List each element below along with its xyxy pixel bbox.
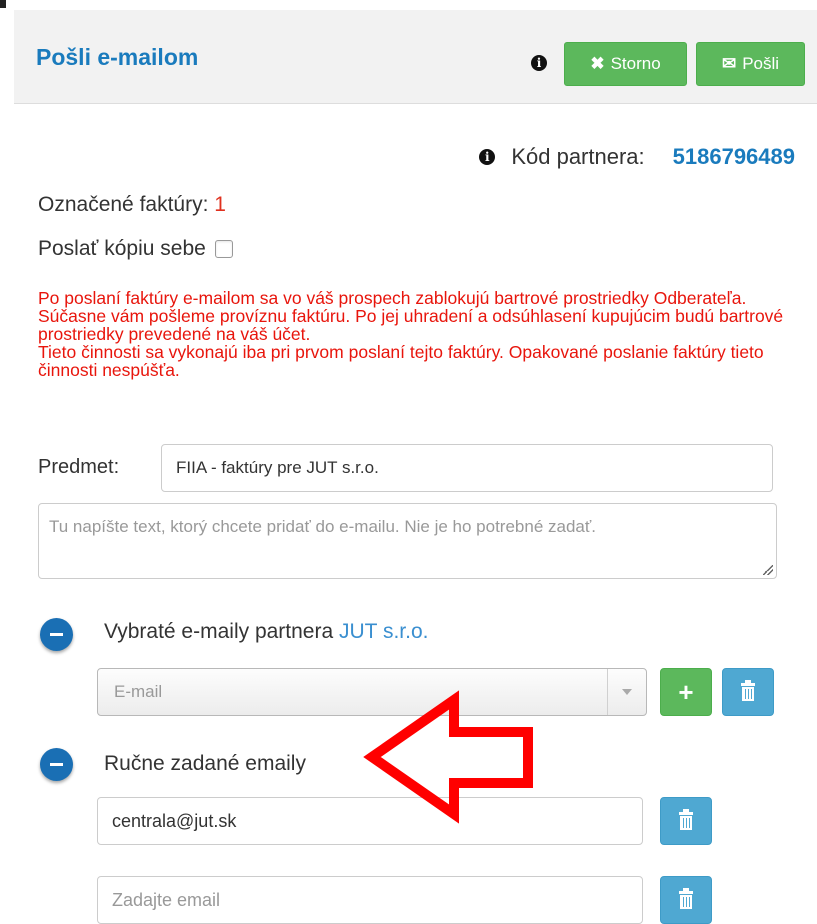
trash-icon [679, 809, 693, 830]
select-placeholder: E-mail [114, 682, 163, 701]
message-textarea[interactable]: Tu napíšte text, ktorý chcete pridať do … [38, 503, 777, 579]
manual-emails-title: Ručne zadané emaily [104, 752, 306, 775]
marked-invoices: Označené faktúry: 1 [38, 193, 226, 217]
plus-icon: + [678, 676, 694, 707]
partner-name-link[interactable]: JUT s.r.o. [339, 620, 428, 643]
annotation-arrow-icon [363, 690, 533, 824]
warning-paragraph: Po poslaní faktúry e-mailom sa vo váš pr… [38, 288, 784, 344]
times-icon: ✖ [590, 54, 605, 73]
info-icon[interactable]: i [531, 55, 547, 71]
modal-title: Pošli e-mailom [36, 44, 199, 70]
partner-emails-title: Vybraté e-maily partnera JUT s.r.o. [104, 620, 428, 644]
warning-paragraph: Tieto činnosti sa vykonajú iba pri prvom… [38, 342, 764, 380]
partner-code-label: Kód partnera: [511, 144, 645, 169]
copy-self-label: Poslať kópiu sebe [38, 237, 206, 260]
delete-partner-email-button[interactable] [722, 668, 774, 716]
collapse-partner-emails-button[interactable] [40, 618, 73, 651]
caret-down-icon [622, 689, 632, 695]
posli-label: Pošli [742, 54, 780, 73]
marked-invoices-count: 1 [214, 193, 226, 216]
partner-emails-title-text: Vybraté e-maily partnera [104, 620, 334, 643]
info-icon[interactable]: i [479, 149, 496, 165]
storno-button[interactable]: ✖ Storno [564, 42, 687, 86]
corner-mark [0, 0, 6, 8]
new-email-input[interactable]: Zadajte email [97, 876, 643, 924]
partner-code-row: i Kód partnera: 5186796489 [479, 144, 795, 170]
partner-code-value: 5186796489 [672, 144, 795, 169]
delete-manual-email-button[interactable] [660, 797, 712, 845]
envelope-icon: ✉ [721, 54, 737, 73]
subject-input[interactable]: FIIA - faktúry pre JUT s.r.o. [161, 444, 773, 492]
copy-self-row: Poslať kópiu sebe [38, 237, 233, 261]
trash-icon [679, 888, 693, 909]
storno-label: Storno [610, 54, 661, 73]
warning-text: Po poslaní faktúry e-mailom sa vo váš pr… [38, 289, 798, 379]
add-email-button[interactable]: + [660, 668, 712, 716]
delete-new-email-button[interactable] [660, 876, 712, 924]
collapse-manual-emails-button[interactable] [40, 748, 73, 781]
subject-label: Predmet: [38, 456, 120, 478]
trash-icon [741, 680, 755, 701]
posli-button[interactable]: ✉ Pošli [696, 42, 805, 86]
copy-self-checkbox[interactable] [214, 240, 233, 258]
select-toggle[interactable] [607, 669, 646, 715]
message-placeholder: Tu napíšte text, ktorý chcete pridať do … [49, 517, 596, 536]
modal-header: Pošli e-mailom i ✖ Storno ✉ Pošli [14, 10, 817, 104]
resize-grip-icon[interactable] [763, 565, 773, 575]
marked-invoices-label: Označené faktúry: [38, 193, 209, 216]
